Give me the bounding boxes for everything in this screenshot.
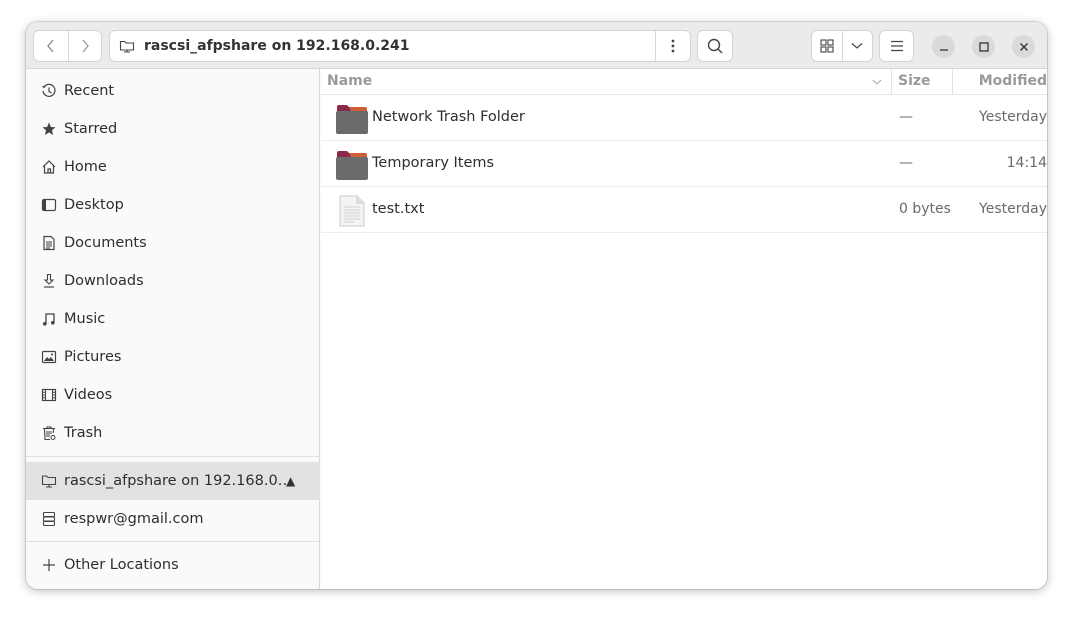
sidebar-item-desktop[interactable]: Desktop [26, 186, 320, 224]
main-menu-button[interactable] [879, 30, 914, 62]
file-size: — [899, 155, 913, 171]
file-row[interactable]: Temporary Items — 14:14 [321, 141, 1047, 187]
view-switcher [811, 30, 873, 62]
sidebar-item-label: rascsi_afpshare on 192.168.0… [64, 473, 293, 489]
hamburger-menu-icon [890, 40, 903, 52]
maximize-button[interactable] [972, 35, 995, 58]
sidebar-item-trash[interactable]: Trash [26, 414, 320, 452]
chevron-right-icon [82, 39, 89, 53]
file-manager-window: rascsi_afpshare on 192.168.0.241 Recent … [26, 22, 1047, 589]
column-header-modified[interactable]: Modified [979, 73, 1047, 89]
column-header: Name Size Modified [321, 69, 1047, 95]
desktop-icon [39, 197, 59, 213]
file-list-view: Name Size Modified Network Trash Folder … [321, 69, 1047, 589]
grid-view-button[interactable] [812, 31, 842, 61]
sidebar-item-downloads[interactable]: Downloads [26, 262, 320, 300]
minimize-icon [939, 48, 948, 51]
chevron-down-icon [852, 43, 863, 49]
file-size: — [899, 109, 913, 125]
sidebar-item-label: Other Locations [64, 557, 179, 573]
video-icon [39, 387, 59, 403]
folder-icon [335, 103, 369, 139]
sidebar-item-recent[interactable]: Recent [26, 72, 320, 110]
sidebar-item-label: Desktop [64, 197, 124, 213]
folder-icon [335, 149, 369, 185]
navigation-group [33, 30, 102, 62]
document-icon [39, 235, 59, 251]
plus-icon [39, 558, 59, 572]
file-name: Temporary Items [372, 155, 495, 171]
column-divider[interactable] [952, 69, 953, 95]
sort-chevron-down-icon [872, 79, 882, 85]
header-bar: rascsi_afpshare on 192.168.0.241 [26, 22, 1047, 69]
vertical-ellipsis-icon [671, 39, 675, 53]
sidebar-item-starred[interactable]: Starred [26, 110, 320, 148]
close-icon [1019, 42, 1028, 51]
view-options-button[interactable] [841, 31, 872, 61]
picture-icon [39, 349, 59, 365]
file-modified: 14:14 [1006, 155, 1047, 171]
network-folder-icon [119, 39, 139, 53]
search-icon [707, 38, 723, 54]
text-file-icon [338, 195, 366, 231]
sidebar-item-label: Recent [64, 83, 115, 99]
music-icon [39, 311, 59, 327]
grid-view-icon [820, 39, 834, 53]
server-icon [39, 511, 59, 527]
column-header-name[interactable]: Name [327, 73, 372, 89]
file-row[interactable]: Network Trash Folder — Yesterday [321, 95, 1047, 141]
sidebar-item-label: Documents [64, 235, 147, 251]
sidebar: Recent Starred Home Desktop Documents Do… [26, 69, 320, 589]
sidebar-item-music[interactable]: Music [26, 300, 320, 338]
location-path: rascsi_afpshare on 192.168.0.241 [144, 38, 410, 54]
back-button[interactable] [34, 31, 68, 61]
file-name: test.txt [372, 201, 425, 217]
file-modified: Yesterday [979, 109, 1047, 125]
sidebar-item-respwr-gmail[interactable]: respwr@gmail.com [26, 500, 320, 538]
sidebar-item-label: Pictures [64, 349, 122, 365]
sidebar-item-label: respwr@gmail.com [64, 511, 204, 527]
sidebar-item-label: Downloads [64, 273, 144, 289]
home-icon [39, 159, 59, 175]
file-row[interactable]: test.txt 0 bytes Yesterday [321, 187, 1047, 233]
sidebar-item-label: Trash [64, 425, 103, 441]
sidebar-item-documents[interactable]: Documents [26, 224, 320, 262]
column-divider[interactable] [891, 69, 892, 95]
close-button[interactable] [1012, 35, 1035, 58]
chevron-left-icon [46, 39, 54, 53]
download-icon [39, 273, 59, 289]
sidebar-divider [26, 456, 320, 457]
sidebar-item-label: Home [64, 159, 107, 175]
location-bar[interactable]: rascsi_afpshare on 192.168.0.241 [109, 30, 691, 62]
star-icon [39, 121, 59, 137]
file-name: Network Trash Folder [372, 109, 525, 125]
sidebar-item-other-locations[interactable]: Other Locations [26, 546, 320, 584]
file-modified: Yesterday [979, 201, 1047, 217]
sidebar-item-label: Starred [64, 121, 118, 137]
sidebar-item-rascsi-afpshare[interactable]: rascsi_afpshare on 192.168.0… ▲ [26, 462, 320, 500]
maximize-icon [978, 41, 989, 52]
column-header-size[interactable]: Size [898, 73, 931, 89]
sidebar-item-pictures[interactable]: Pictures [26, 338, 320, 376]
forward-button[interactable] [67, 31, 102, 61]
sidebar-item-label: Music [64, 311, 106, 327]
minimize-button[interactable] [932, 35, 955, 58]
clock-icon [39, 83, 59, 99]
sidebar-item-home[interactable]: Home [26, 148, 320, 186]
sidebar-item-label: Videos [64, 387, 113, 403]
location-menu-button[interactable] [655, 31, 690, 61]
search-button[interactable] [697, 30, 733, 62]
sidebar-item-videos[interactable]: Videos [26, 376, 320, 414]
eject-icon[interactable]: ▲ [286, 474, 295, 488]
sidebar-divider [26, 541, 320, 542]
network-folder-icon [39, 473, 59, 489]
trash-icon [39, 425, 59, 441]
